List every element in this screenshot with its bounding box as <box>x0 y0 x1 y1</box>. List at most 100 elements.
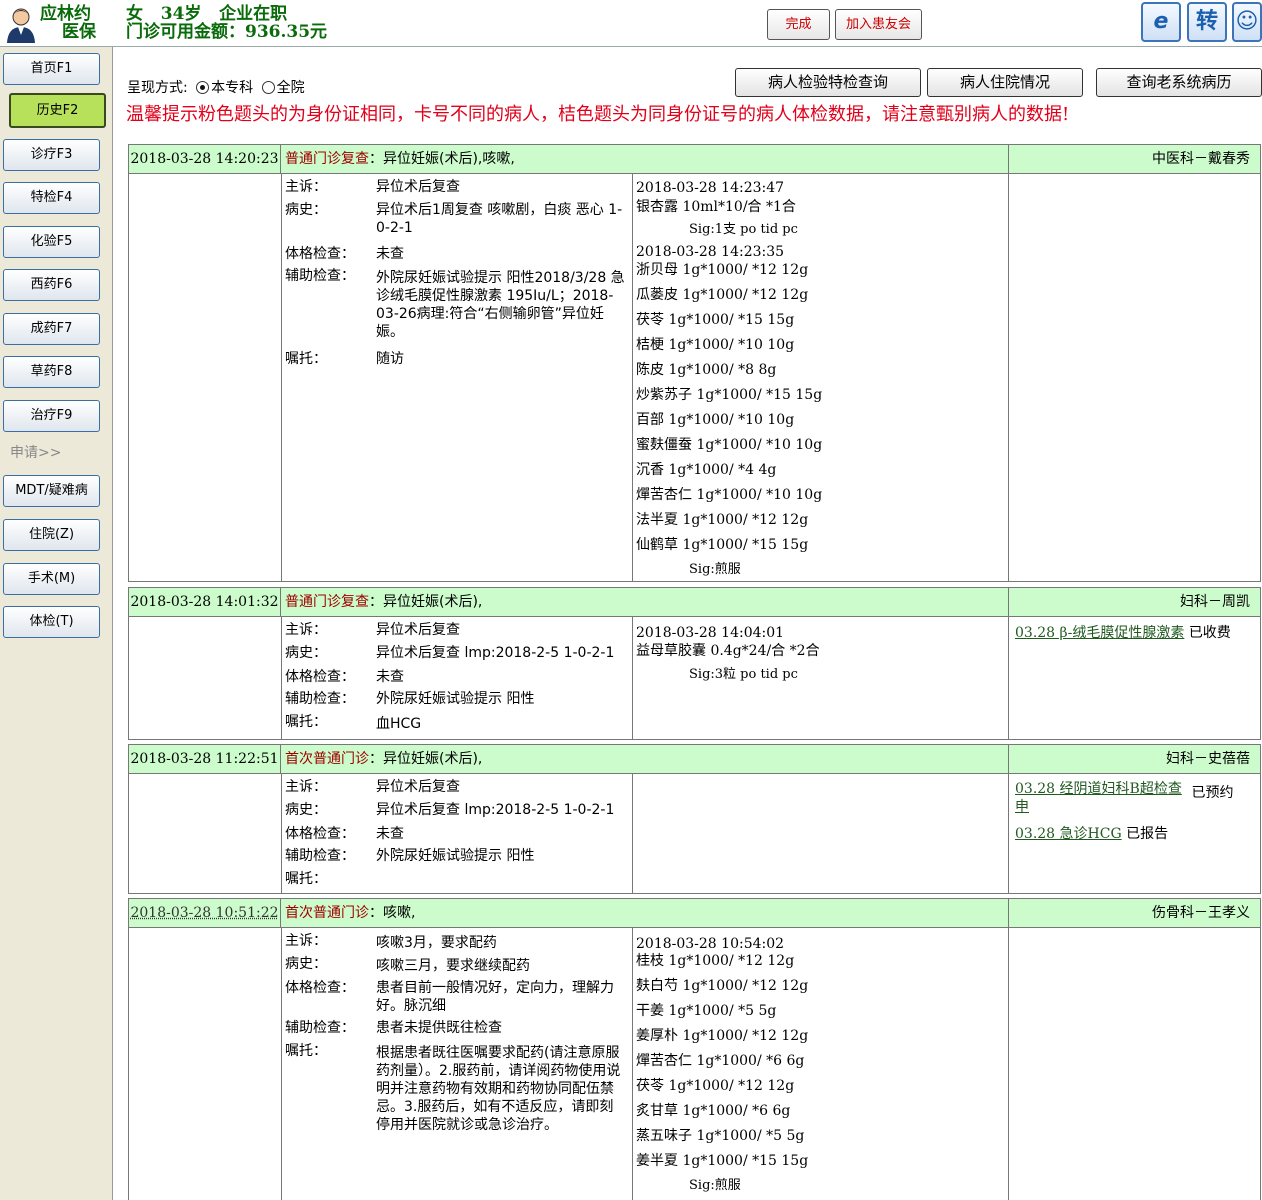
old-records-button[interactable]: 查询老系统病历 <box>1096 68 1262 97</box>
field-label-complaint: 主诉： <box>285 179 327 195</box>
visit-record: 2018-03-28 11:22:51 首次普通门诊：异位妊娠(术后), 妇科－… <box>128 744 1261 894</box>
field-label-advice: 嘱托： <box>285 1043 327 1059</box>
field-label-advice: 嘱托： <box>285 351 327 367</box>
sidebar-item-herbal[interactable]: 草药F8 <box>3 356 100 388</box>
record-header: 2018-03-28 14:20:23 普通门诊复查：异位妊娠(术后),咳嗽, … <box>129 145 1260 174</box>
visit-record: 2018-03-28 14:20:23 普通门诊复查：异位妊娠(术后),咳嗽, … <box>128 144 1261 582</box>
sidebar-item-western-drug[interactable]: 西药F6 <box>3 269 100 301</box>
sidebar-item-lab[interactable]: 化验F5 <box>3 226 100 258</box>
inpatient-status-button[interactable]: 病人住院情况 <box>927 68 1083 97</box>
sidebar-item-treatment[interactable]: 诊疗F3 <box>3 139 100 171</box>
dept-doctor: 中医科－戴春秀 <box>1152 151 1250 167</box>
rx-item: 仙鹤草 1g*1000/ *15 15g <box>636 537 809 553</box>
field-complaint: 异位术后复查 <box>376 622 460 638</box>
join-patient-club-button[interactable]: 加入患友会 <box>835 9 922 40</box>
browser-icon[interactable]: e <box>1141 2 1181 42</box>
mode-radio-department[interactable] <box>196 81 210 94</box>
sidebar-item-therapy[interactable]: 治疗F9 <box>3 400 100 432</box>
mode-radio-hospital[interactable] <box>261 81 275 94</box>
field-label-auxiliary: 辅助检查： <box>285 691 355 707</box>
dept-doctor: 伤骨科－王孝义 <box>1152 905 1250 921</box>
order-item: 03.28 急诊HCG 已报告 <box>1015 825 1168 843</box>
rx-item: 姜厚朴 1g*1000/ *12 12g <box>636 1028 809 1044</box>
rx-sig: Sig:1支 po tid pc <box>689 222 798 237</box>
field-advice: 根据患者既往医嘱要求配药(请注意原服药剂量）。2.服药前，请详阅药物使用说明并注… <box>376 1045 621 1133</box>
order-status: 已报告 <box>1126 826 1169 842</box>
rx-time: 2018-03-28 14:23:35 <box>636 244 785 260</box>
field-label-history: 病史： <box>285 802 327 818</box>
sidebar-item-home[interactable]: 首页F1 <box>3 53 100 85</box>
rx-item: 茯苓 1g*1000/ *12 12g <box>636 1078 795 1094</box>
done-button[interactable]: 完成 <box>767 9 830 40</box>
field-label-auxiliary: 辅助检查： <box>285 1020 355 1036</box>
field-complaint: 异位术后复查 <box>376 179 460 195</box>
field-label-complaint: 主诉： <box>285 779 327 795</box>
patient-header: 应林约 医保 女 34岁 企业在职 门诊可用金额：936.35元 完成 加入患友… <box>0 0 1262 47</box>
sidebar-item-checkup[interactable]: 体检(T) <box>3 606 100 638</box>
mode-option-hospital[interactable]: 全院 <box>277 80 305 96</box>
field-label-physical: 体格检查： <box>285 826 355 842</box>
transfer-icon[interactable]: 转 <box>1187 2 1227 42</box>
users-icon[interactable]: ☺ <box>1232 2 1262 42</box>
visit-record: 2018-03-28 14:01:32 普通门诊复查：异位妊娠(术后), 妇科－… <box>128 587 1261 740</box>
rx-item: 姜半夏 1g*1000/ *15 15g <box>636 1153 809 1169</box>
exam-query-button[interactable]: 病人检验特检查询 <box>735 68 921 97</box>
field-physical: 未查 <box>376 246 404 262</box>
display-mode-selector: 呈现方式: 本专科 全院 <box>127 77 305 97</box>
field-advice: 随访 <box>376 351 404 367</box>
field-label-advice: 嘱托： <box>285 714 327 730</box>
field-history: 异位术后复查 lmp:2018-2-5 1-0-2-1 <box>376 645 615 661</box>
sidebar-item-patent-drug[interactable]: 成药F7 <box>3 313 100 345</box>
field-label-physical: 体格检查： <box>285 669 355 685</box>
history-panel: 呈现方式: 本专科 全院 病人检验特检查询 病人住院情况 查询老系统病历 温馨提… <box>114 47 1262 1200</box>
field-complaint: 咳嗽3月，要求配药 <box>376 935 497 951</box>
rx-item: 百部 1g*1000/ *10 10g <box>636 412 795 428</box>
diagnosis: ：异位妊娠(术后), <box>369 594 483 610</box>
outpatient-balance: 门诊可用金额：936.35元 <box>126 22 328 42</box>
sidebar-item-history[interactable]: 历史F2 <box>9 93 106 128</box>
order-item: 03.28 β-绒毛膜促性腺激素 已收费 <box>1015 624 1231 642</box>
field-label-auxiliary: 辅助检查： <box>285 268 355 284</box>
sidebar-item-special-exam[interactable]: 特检F4 <box>3 182 100 214</box>
order-link[interactable]: 03.28 β-绒毛膜促性腺激素 <box>1015 625 1184 641</box>
field-label-history: 病史： <box>285 645 327 661</box>
rx-item: 干姜 1g*1000/ *5 5g <box>636 1003 777 1019</box>
record-time[interactable]: 2018-03-28 10:51:22 <box>129 899 281 928</box>
rx-item: 桂枝 1g*1000/ *12 12g <box>636 953 795 969</box>
rx-item: 炙甘草 1g*1000/ *6 6g <box>636 1103 791 1119</box>
rx-item: 浙贝母 1g*1000/ *12 12g <box>636 262 809 278</box>
record-time[interactable]: 2018-03-28 11:22:51 <box>129 745 281 774</box>
rx-item: 银杏露 10ml*10/合 *1合 <box>636 199 796 215</box>
rx-item: 法半夏 1g*1000/ *12 12g <box>636 512 809 528</box>
visit-type: 首次普通门诊 <box>285 905 369 921</box>
field-label-physical: 体格检查： <box>285 246 355 262</box>
patient-avatar-icon <box>4 5 38 43</box>
sidebar-item-inpatient[interactable]: 住院(Z) <box>3 519 100 551</box>
record-time[interactable]: 2018-03-28 14:20:23 <box>129 145 281 174</box>
diagnosis: ：异位妊娠(术后), <box>369 751 483 767</box>
rx-item: 瓜蒌皮 1g*1000/ *12 12g <box>636 287 809 303</box>
visit-type: 普通门诊复查 <box>285 594 369 610</box>
rx-item: 沉香 1g*1000/ *4 4g <box>636 462 777 478</box>
field-label-complaint: 主诉： <box>285 622 327 638</box>
field-auxiliary: 患者未提供既往检查 <box>376 1020 502 1036</box>
order-link[interactable]: 03.28 经阴道妇科B超检查申 <box>1015 780 1187 816</box>
sidebar-item-mdt[interactable]: MDT/疑难病 <box>3 475 100 507</box>
field-auxiliary: 外院尿妊娠试验提示 阳性 <box>376 691 535 707</box>
record-header: 2018-03-28 11:22:51 首次普通门诊：异位妊娠(术后), 妇科－… <box>129 745 1260 774</box>
rx-time: 2018-03-28 14:23:47 <box>636 180 785 196</box>
diagnosis: ：异位妊娠(术后),咳嗽, <box>369 151 515 167</box>
rx-item: 炒紫苏子 1g*1000/ *15 15g <box>636 387 823 403</box>
field-label-complaint: 主诉： <box>285 933 327 949</box>
record-time[interactable]: 2018-03-28 14:01:32 <box>129 588 281 617</box>
field-history: 异位术后复查 lmp:2018-2-5 1-0-2-1 <box>376 802 615 818</box>
sidebar-item-surgery[interactable]: 手术(M) <box>3 563 100 595</box>
sidebar: 首页F1 历史F2 诊疗F3 特检F4 化验F5 西药F6 成药F7 草药F8 … <box>0 47 113 1200</box>
field-complaint: 异位术后复查 <box>376 779 460 795</box>
order-link[interactable]: 03.28 急诊HCG <box>1015 826 1122 842</box>
rx-item: 益母草胶囊 0.4g*24/合 *2合 <box>636 643 820 659</box>
field-auxiliary: 外院尿妊娠试验提示 阳性2018/3/28 急诊绒毛膜促性腺激素 195Iu/L… <box>376 270 625 340</box>
visit-record: 2018-03-28 10:51:22 首次普通门诊：咳嗽, 伤骨科－王孝义 主… <box>128 898 1261 1200</box>
diagnosis: ：咳嗽, <box>369 905 416 921</box>
mode-option-department[interactable]: 本专科 <box>211 80 253 96</box>
